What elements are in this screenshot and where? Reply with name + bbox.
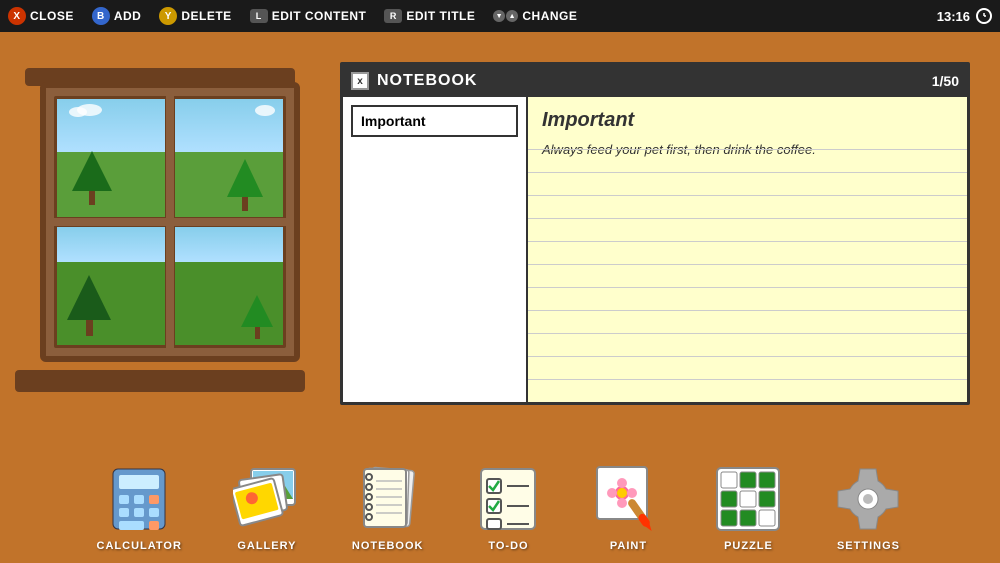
todo-icon xyxy=(473,464,543,534)
window-pane-bottom-right xyxy=(172,224,286,348)
notebook-icon xyxy=(353,464,423,534)
todo-app-icon[interactable]: TO-DO xyxy=(473,464,543,552)
calculator-icon xyxy=(104,464,174,534)
notebook-label: NOTEBOOK xyxy=(352,540,424,552)
x-button-icon: X xyxy=(8,7,26,25)
clock-icon xyxy=(976,8,992,24)
gallery-label: GALLERY xyxy=(237,540,296,552)
edit-content-label: EDIT CONTENT xyxy=(272,9,367,23)
gallery-app-icon[interactable]: GALLERY xyxy=(232,464,302,552)
notebook-list-panel: Important xyxy=(343,97,528,402)
puzzle-label: PUZZLE xyxy=(724,540,773,552)
gallery-icon xyxy=(232,464,302,534)
window-pane-top-left xyxy=(54,96,168,220)
paint-icon xyxy=(593,464,663,534)
notebook-lines xyxy=(528,149,967,402)
dpad-icon: ▼ ▲ xyxy=(493,10,518,22)
delete-label: DELETE xyxy=(181,9,231,23)
notebook-panel: x NOTEBOOK 1/50 Important Impor xyxy=(340,62,970,405)
change-label: CHANGE xyxy=(522,9,577,23)
edit-title-label: EDIT TITLE xyxy=(406,9,475,23)
y-button-icon: Y xyxy=(159,7,177,25)
clock-display: 13:16 xyxy=(937,8,992,24)
window-illustration xyxy=(30,62,310,402)
paint-app-icon[interactable]: PAINT xyxy=(593,464,663,552)
add-button[interactable]: B ADD xyxy=(92,7,142,25)
settings-label: SETTINGS xyxy=(837,540,900,552)
notebook-window: x NOTEBOOK 1/50 Important Impor xyxy=(340,62,970,405)
close-label: CLOSE xyxy=(30,9,74,23)
bottom-bar: CALCULATOR GALLERY xyxy=(0,453,1000,563)
main-area: x NOTEBOOK 1/50 Important Impor xyxy=(0,32,1000,563)
window-frame xyxy=(40,82,300,362)
notebook-content-text: Always feed your pet first, then drink t… xyxy=(542,140,953,161)
window-pane-top-right xyxy=(172,96,286,220)
puzzle-app-icon[interactable]: PUZZLE xyxy=(713,464,783,552)
notebook-titlebar: x NOTEBOOK 1/50 xyxy=(343,65,967,97)
window-pane-bottom-left xyxy=(54,224,168,348)
notebook-title: NOTEBOOK xyxy=(377,72,932,90)
b-button-icon: B xyxy=(92,7,110,25)
change-button[interactable]: ▼ ▲ CHANGE xyxy=(493,9,577,23)
notebook-page: 1/50 xyxy=(932,73,959,89)
todo-label: TO-DO xyxy=(488,540,528,552)
time-text: 13:16 xyxy=(937,9,970,24)
edit-content-button[interactable]: L EDIT CONTENT xyxy=(250,9,367,23)
window-ledge-bottom xyxy=(15,370,305,392)
edit-title-button[interactable]: R EDIT TITLE xyxy=(384,9,475,23)
close-button[interactable]: X CLOSE xyxy=(8,7,74,25)
notebook-app-icon[interactable]: NOTEBOOK xyxy=(352,464,424,552)
add-label: ADD xyxy=(114,9,142,23)
calculator-app-icon[interactable]: CALCULATOR xyxy=(97,464,182,552)
paint-label: PAINT xyxy=(610,540,647,552)
l-button-icon: L xyxy=(250,9,268,23)
calculator-label: CALCULATOR xyxy=(97,540,182,552)
delete-button[interactable]: Y DELETE xyxy=(159,7,231,25)
notebook-list-item[interactable]: Important xyxy=(351,105,518,137)
notebook-content-panel: Important Always feed your pet first, th… xyxy=(528,97,967,402)
settings-icon xyxy=(833,464,903,534)
notebook-content-title: Important xyxy=(542,109,953,132)
notebook-body: Important Important Always feed your pet… xyxy=(343,97,967,402)
puzzle-icon xyxy=(713,464,783,534)
r-button-icon: R xyxy=(384,9,402,23)
settings-app-icon[interactable]: SETTINGS xyxy=(833,464,903,552)
notebook-close-button[interactable]: x xyxy=(351,72,369,90)
top-bar: X CLOSE B ADD Y DELETE L EDIT CONTENT R … xyxy=(0,0,1000,32)
